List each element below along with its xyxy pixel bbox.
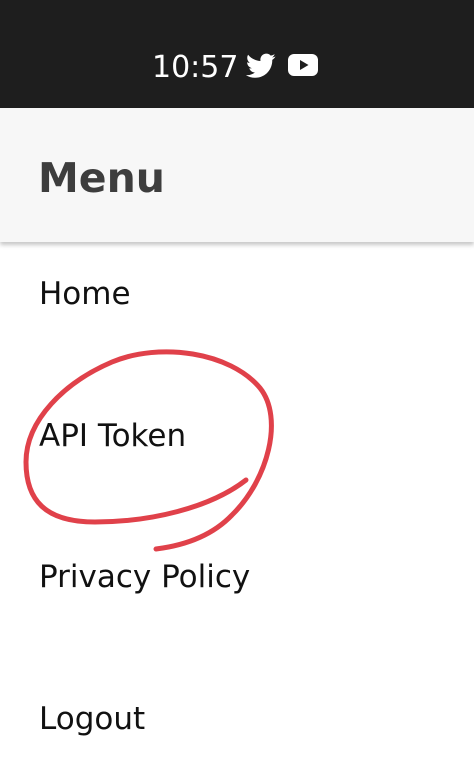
status-time: 10:57 xyxy=(152,50,239,85)
menu-item-logout[interactable]: Logout xyxy=(0,669,474,769)
menu-item-label: API Token xyxy=(39,418,187,454)
menu-item-label: Home xyxy=(39,276,131,312)
twitter-icon xyxy=(245,53,276,83)
menu-item-label: Logout xyxy=(39,701,146,737)
app-screen: 10:57 Menu Home API Token Privacy Policy… xyxy=(0,0,474,777)
menu-item-label: Privacy Policy xyxy=(39,559,251,595)
menu-item-api-token[interactable]: API Token xyxy=(0,386,474,486)
menu-item-home[interactable]: Home xyxy=(0,244,474,344)
status-bar: 10:57 xyxy=(0,0,474,108)
page-title: Menu xyxy=(38,154,165,202)
menu-item-privacy-policy[interactable]: Privacy Policy xyxy=(0,527,474,627)
app-header: Menu xyxy=(0,108,474,242)
youtube-icon xyxy=(288,53,318,81)
